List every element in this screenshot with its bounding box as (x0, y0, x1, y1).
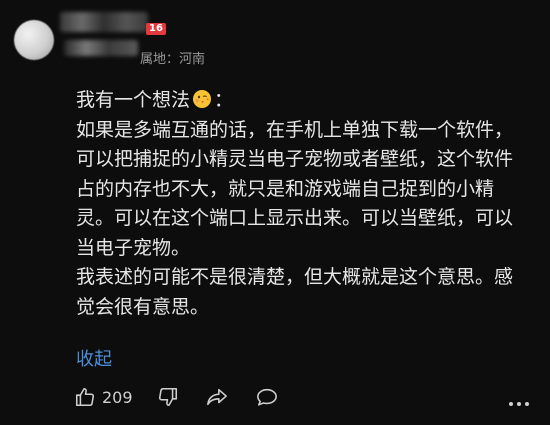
like-button[interactable]: 209 (74, 386, 133, 408)
more-button[interactable] (508, 392, 530, 411)
avatar[interactable] (14, 20, 54, 60)
comment-body: 我有一个想法 ： 如果是多端互通的话，在手机上单独下载一个软件， 可以把捕捉的小… (76, 86, 538, 322)
comment-line: 可以把捕捉的小精灵当电子宠物或者壁纸，这个软件 (76, 148, 514, 170)
comment-line: 觉会很有意思。 (76, 295, 210, 318)
comment-card: 16 属地：河南 我有一个想法 ： 如果是多端互通的话，在手机上单独下载一个软件… (0, 0, 550, 425)
comment-line: 我表述的可能不是很清楚，但大概就是这个意思。感 (76, 266, 514, 288)
like-count: 209 (102, 387, 133, 407)
more-dots-icon (508, 392, 530, 411)
location-label: 属地：河南 (140, 52, 206, 67)
user-meta-blurred (64, 40, 138, 56)
share-button[interactable] (205, 386, 229, 408)
dislike-button[interactable] (157, 386, 179, 408)
thumbs-down-icon (157, 386, 179, 408)
comment-line: 灵。可以在这个端口上显示出来。可以当壁纸，可以 (76, 207, 514, 229)
kiss-face-emoji (192, 89, 212, 109)
collapse-link[interactable]: 收起 (76, 345, 112, 371)
username-blurred[interactable] (60, 12, 148, 32)
comment-line: 占的内存也不大，就只是和游戏端自己捉到的小精 (76, 177, 495, 200)
level-badge: 16 (146, 23, 166, 35)
comment-intro-colon: ： (214, 89, 234, 111)
comment-line: 我有一个想法 ： (76, 86, 538, 116)
comment-actions: 209 (74, 384, 279, 410)
thumbs-up-icon (74, 386, 96, 408)
comment-line: 如果是多端互通的话，在手机上单独下载一个软件， (76, 118, 514, 141)
reply-button[interactable] (255, 386, 279, 408)
comment-line: 当电子宠物。 (76, 236, 191, 259)
comment-bubble-icon (255, 386, 279, 408)
share-icon (205, 386, 229, 408)
comment-intro: 我有一个想法 (76, 89, 191, 111)
